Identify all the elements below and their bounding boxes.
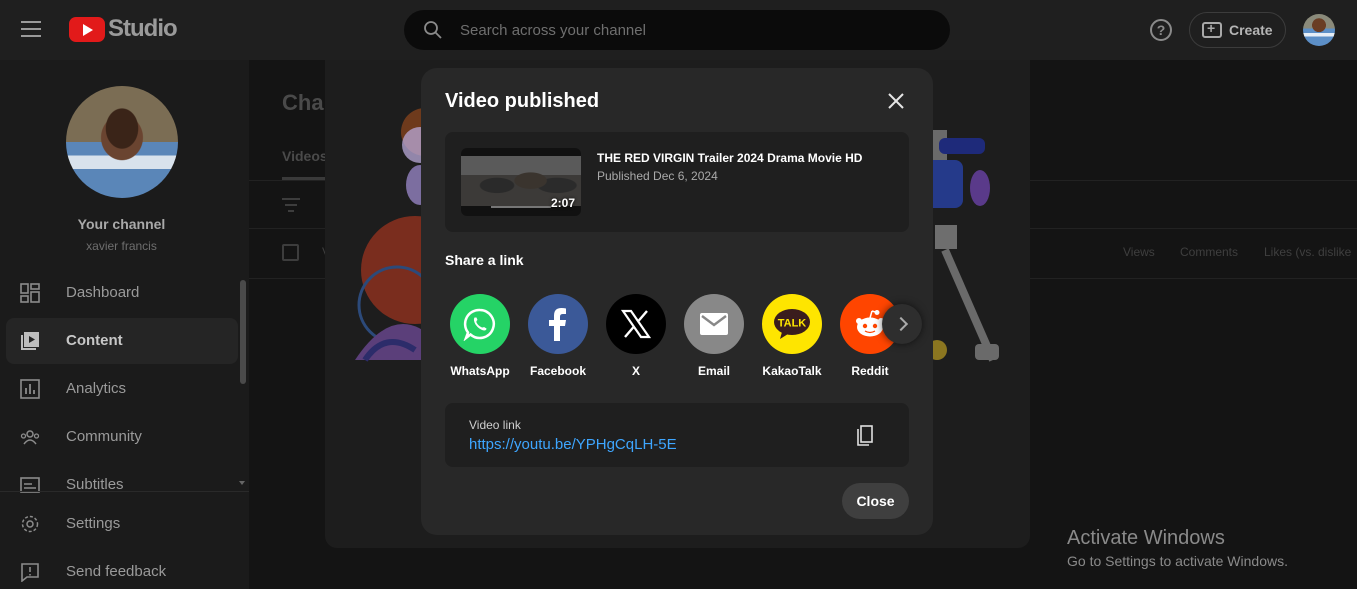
search-icon [424,21,442,39]
create-button-label: Create [1229,22,1273,38]
dialog-title: Video published [445,90,600,112]
search-input[interactable] [460,10,930,50]
share-label: X [631,364,640,378]
search-bar [404,10,950,50]
kakaotalk-icon: TALK [762,294,822,354]
windows-activation-watermark: Activate Windows Go to Settings to activ… [1067,527,1288,569]
logo-wordmark: Studio [108,15,178,42]
video-duration: 2:07 [550,196,575,210]
feedback-icon [21,563,39,582]
sidebar-item-label: Settings [66,515,121,532]
column-header-views[interactable]: Views [1123,245,1155,259]
whatsapp-icon [450,294,510,354]
sidebar-item-label: Analytics [66,380,127,397]
channel-title: Your channel [77,216,166,232]
sidebar: Your channel xavier francis Dashboard Co… [0,60,249,589]
sidebar-item-label: Community [66,428,142,445]
share-targets: WhatsApp Facebook X Email TALK KakaoTalk… [445,294,909,384]
sidebar-item-content[interactable]: Content [6,318,238,364]
sidebar-item-dashboard[interactable]: Dashboard [6,270,238,316]
top-bar: Studio ? Create [0,0,1357,60]
sidebar-scrollbar[interactable] [240,280,246,384]
share-x[interactable]: X [597,294,675,378]
studio-logo[interactable]: Studio [69,15,178,43]
youtube-logo-icon [69,16,105,42]
scroll-down-arrow-icon[interactable] [239,481,245,485]
analytics-icon [20,379,40,399]
x-icon [606,294,666,354]
share-label: Reddit [851,364,889,378]
channel-handle: xavier francis [86,239,157,253]
account-avatar[interactable] [1303,14,1335,46]
video-card: 2:07 THE RED VIRGIN Trailer 2024 Drama M… [445,132,909,232]
share-facebook[interactable]: Facebook [519,294,597,378]
sidebar-item-community[interactable]: Community [6,414,238,460]
share-email[interactable]: Email [675,294,753,378]
gear-icon [21,515,39,533]
subtitles-icon [20,477,40,493]
video-published-dialog: Video published 2:07 THE RED VIRGIN Trai… [421,68,933,535]
kakaotalk-glyph: TALK [778,318,807,330]
copy-icon[interactable] [855,425,875,447]
help-icon[interactable]: ? [1150,19,1172,41]
close-icon[interactable] [885,90,907,112]
column-header-likes[interactable]: Likes (vs. dislike [1264,245,1357,259]
sidebar-divider [0,491,249,492]
share-label: KakaoTalk [762,364,822,378]
video-link-url[interactable]: https://youtu.be/YPHgCqLH-5E [469,436,677,453]
share-kakaotalk[interactable]: TALK KakaoTalk [753,294,831,378]
video-thumbnail[interactable]: 2:07 [461,148,581,216]
video-link-box: Video link https://youtu.be/YPHgCqLH-5E [445,403,909,467]
thumbnail-caption [491,206,551,208]
video-link-label: Video link [469,418,521,432]
sidebar-item-label: Content [66,332,123,349]
create-video-icon [1202,20,1222,38]
menu-icon[interactable] [21,21,41,37]
sidebar-item-settings[interactable]: Settings [6,501,238,547]
share-label: Email [697,364,730,378]
close-button[interactable]: Close [842,483,909,519]
video-title: THE RED VIRGIN Trailer 2024 Drama Movie … [597,151,863,165]
watermark-line-2: Go to Settings to activate Windows. [1067,553,1288,569]
select-all-checkbox[interactable] [282,244,299,261]
facebook-icon [528,294,588,354]
video-published-date: Published Dec 6, 2024 [597,169,718,183]
create-button[interactable]: Create [1189,12,1286,48]
column-header-comments[interactable]: Comments [1180,245,1238,259]
dashboard-icon [20,283,40,303]
channel-avatar[interactable] [66,86,178,198]
tab-videos[interactable]: Videos [282,148,328,164]
community-icon [20,430,40,445]
watermark-line-1: Activate Windows [1067,527,1225,549]
sidebar-item-send-feedback[interactable]: Send feedback [6,549,238,589]
sidebar-item-analytics[interactable]: Analytics [6,366,238,412]
share-whatsapp[interactable]: WhatsApp [445,294,519,378]
email-icon [684,294,744,354]
share-label: Facebook [529,364,586,378]
filter-icon[interactable] [282,198,300,216]
content-icon [21,332,39,350]
chevron-right-icon[interactable] [882,304,922,344]
share-label: WhatsApp [450,364,510,378]
sidebar-item-label: Send feedback [66,563,167,580]
share-heading: Share a link [445,252,524,268]
sidebar-item-label: Dashboard [66,284,140,301]
